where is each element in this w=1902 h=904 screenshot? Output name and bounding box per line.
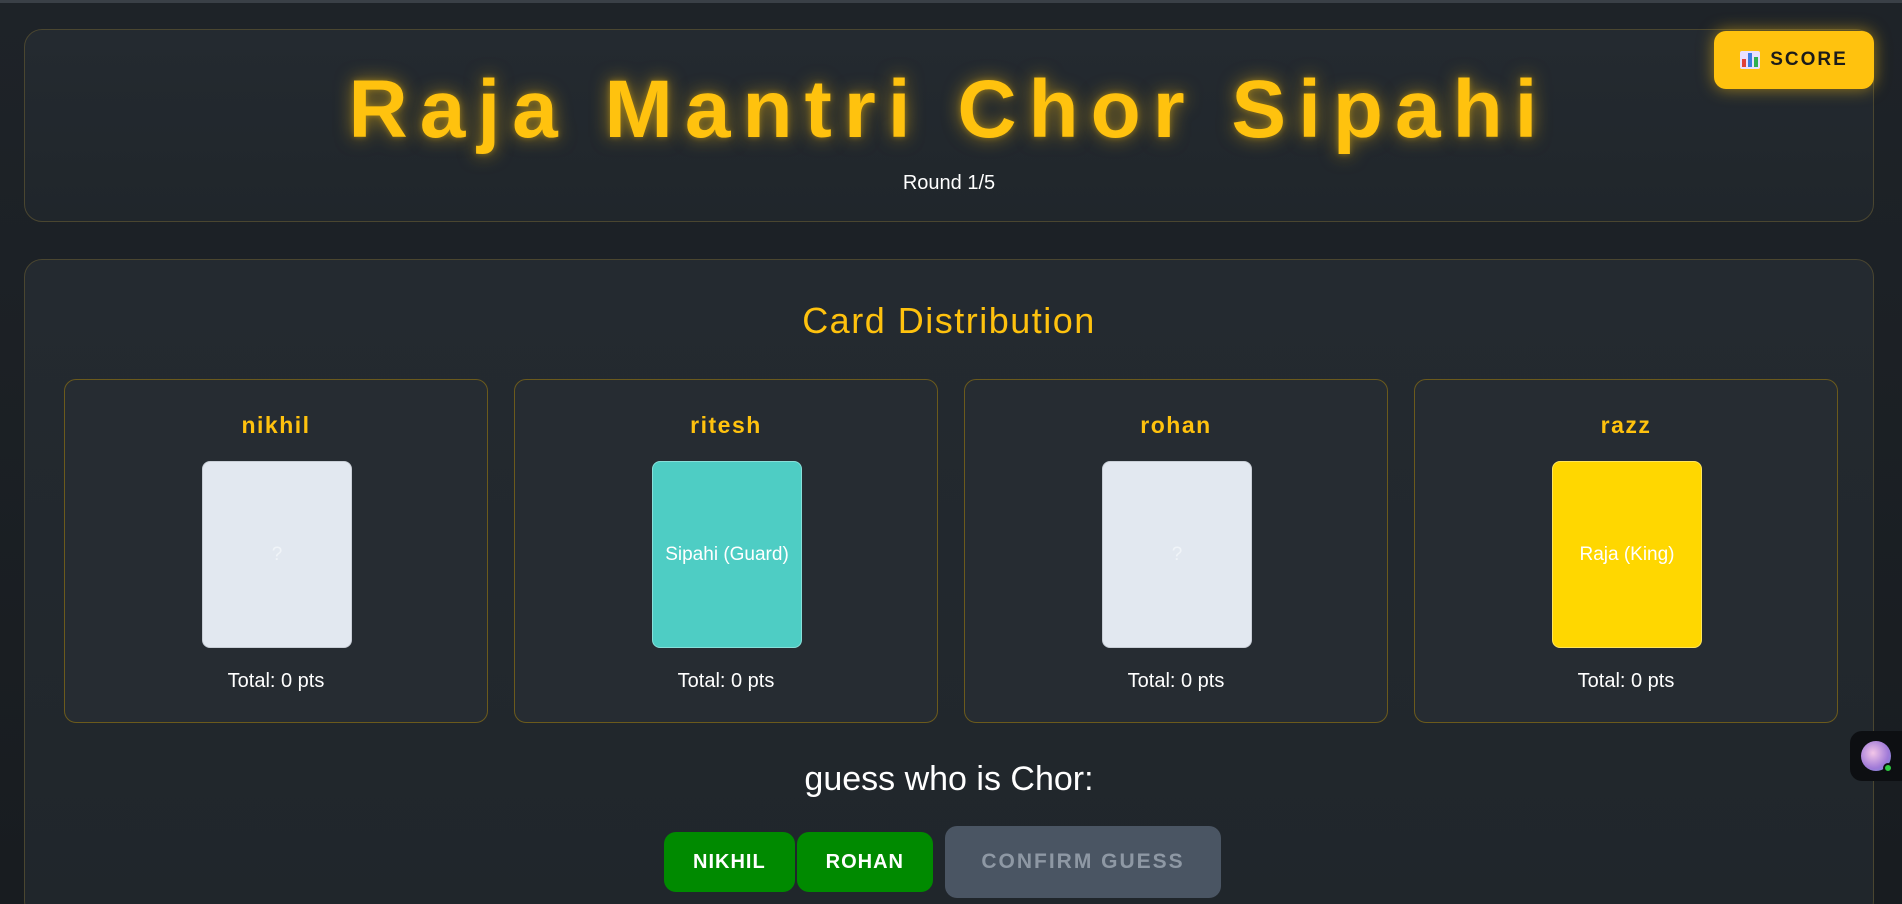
round-indicator: Round 1/5 xyxy=(902,172,996,194)
game-title: Raja Mantri Chor Sipahi xyxy=(348,64,1550,155)
role-card-raja: Raja (King) xyxy=(1552,461,1702,648)
player-name: razz xyxy=(1600,412,1652,438)
players-row: nikhil ? Total: 0 pts ritesh Sipahi (Gua… xyxy=(64,379,1838,723)
card-distribution-panel: Card Distribution nikhil ? Total: 0 pts … xyxy=(24,259,1874,904)
score-button[interactable]: SCORE xyxy=(1714,31,1874,89)
player-total: Total: 0 pts xyxy=(227,670,325,692)
player-total: Total: 0 pts xyxy=(677,670,775,692)
player-card-rohan: rohan ? Total: 0 pts xyxy=(964,379,1388,723)
header-panel: Raja Mantri Chor Sipahi Round 1/5 xyxy=(24,29,1874,222)
section-title: Card Distribution xyxy=(802,300,1096,341)
player-card-razz: razz Raja (King) Total: 0 pts xyxy=(1414,379,1838,723)
guess-rohan-button[interactable]: ROHAN xyxy=(796,832,934,892)
player-total: Total: 0 pts xyxy=(1127,670,1225,692)
confirm-guess-button[interactable]: CONFIRM GUESS xyxy=(945,826,1222,898)
role-card-hidden: ? xyxy=(202,461,352,648)
score-button-label: SCORE xyxy=(1770,49,1848,70)
bar-chart-icon xyxy=(1740,51,1761,69)
online-status-icon xyxy=(1883,763,1893,773)
role-card-sipahi: Sipahi (Guard) xyxy=(652,461,802,648)
avatar-icon xyxy=(1861,741,1893,773)
role-card-hidden: ? xyxy=(1102,461,1252,648)
guess-options: NIKHIL ROHAN CONFIRM GUESS xyxy=(664,826,1222,898)
player-card-ritesh: ritesh Sipahi (Guard) Total: 0 pts xyxy=(514,379,938,723)
guess-nikhil-button[interactable]: NIKHIL xyxy=(664,832,795,892)
player-card-nikhil: nikhil ? Total: 0 pts xyxy=(64,379,488,723)
assistant-avatar-button[interactable] xyxy=(1850,731,1902,781)
player-name: ritesh xyxy=(690,412,762,438)
player-total: Total: 0 pts xyxy=(1577,670,1675,692)
player-name: rohan xyxy=(1140,412,1212,438)
guess-prompt: guess who is Chor: xyxy=(804,760,1094,798)
player-name: nikhil xyxy=(241,412,311,438)
